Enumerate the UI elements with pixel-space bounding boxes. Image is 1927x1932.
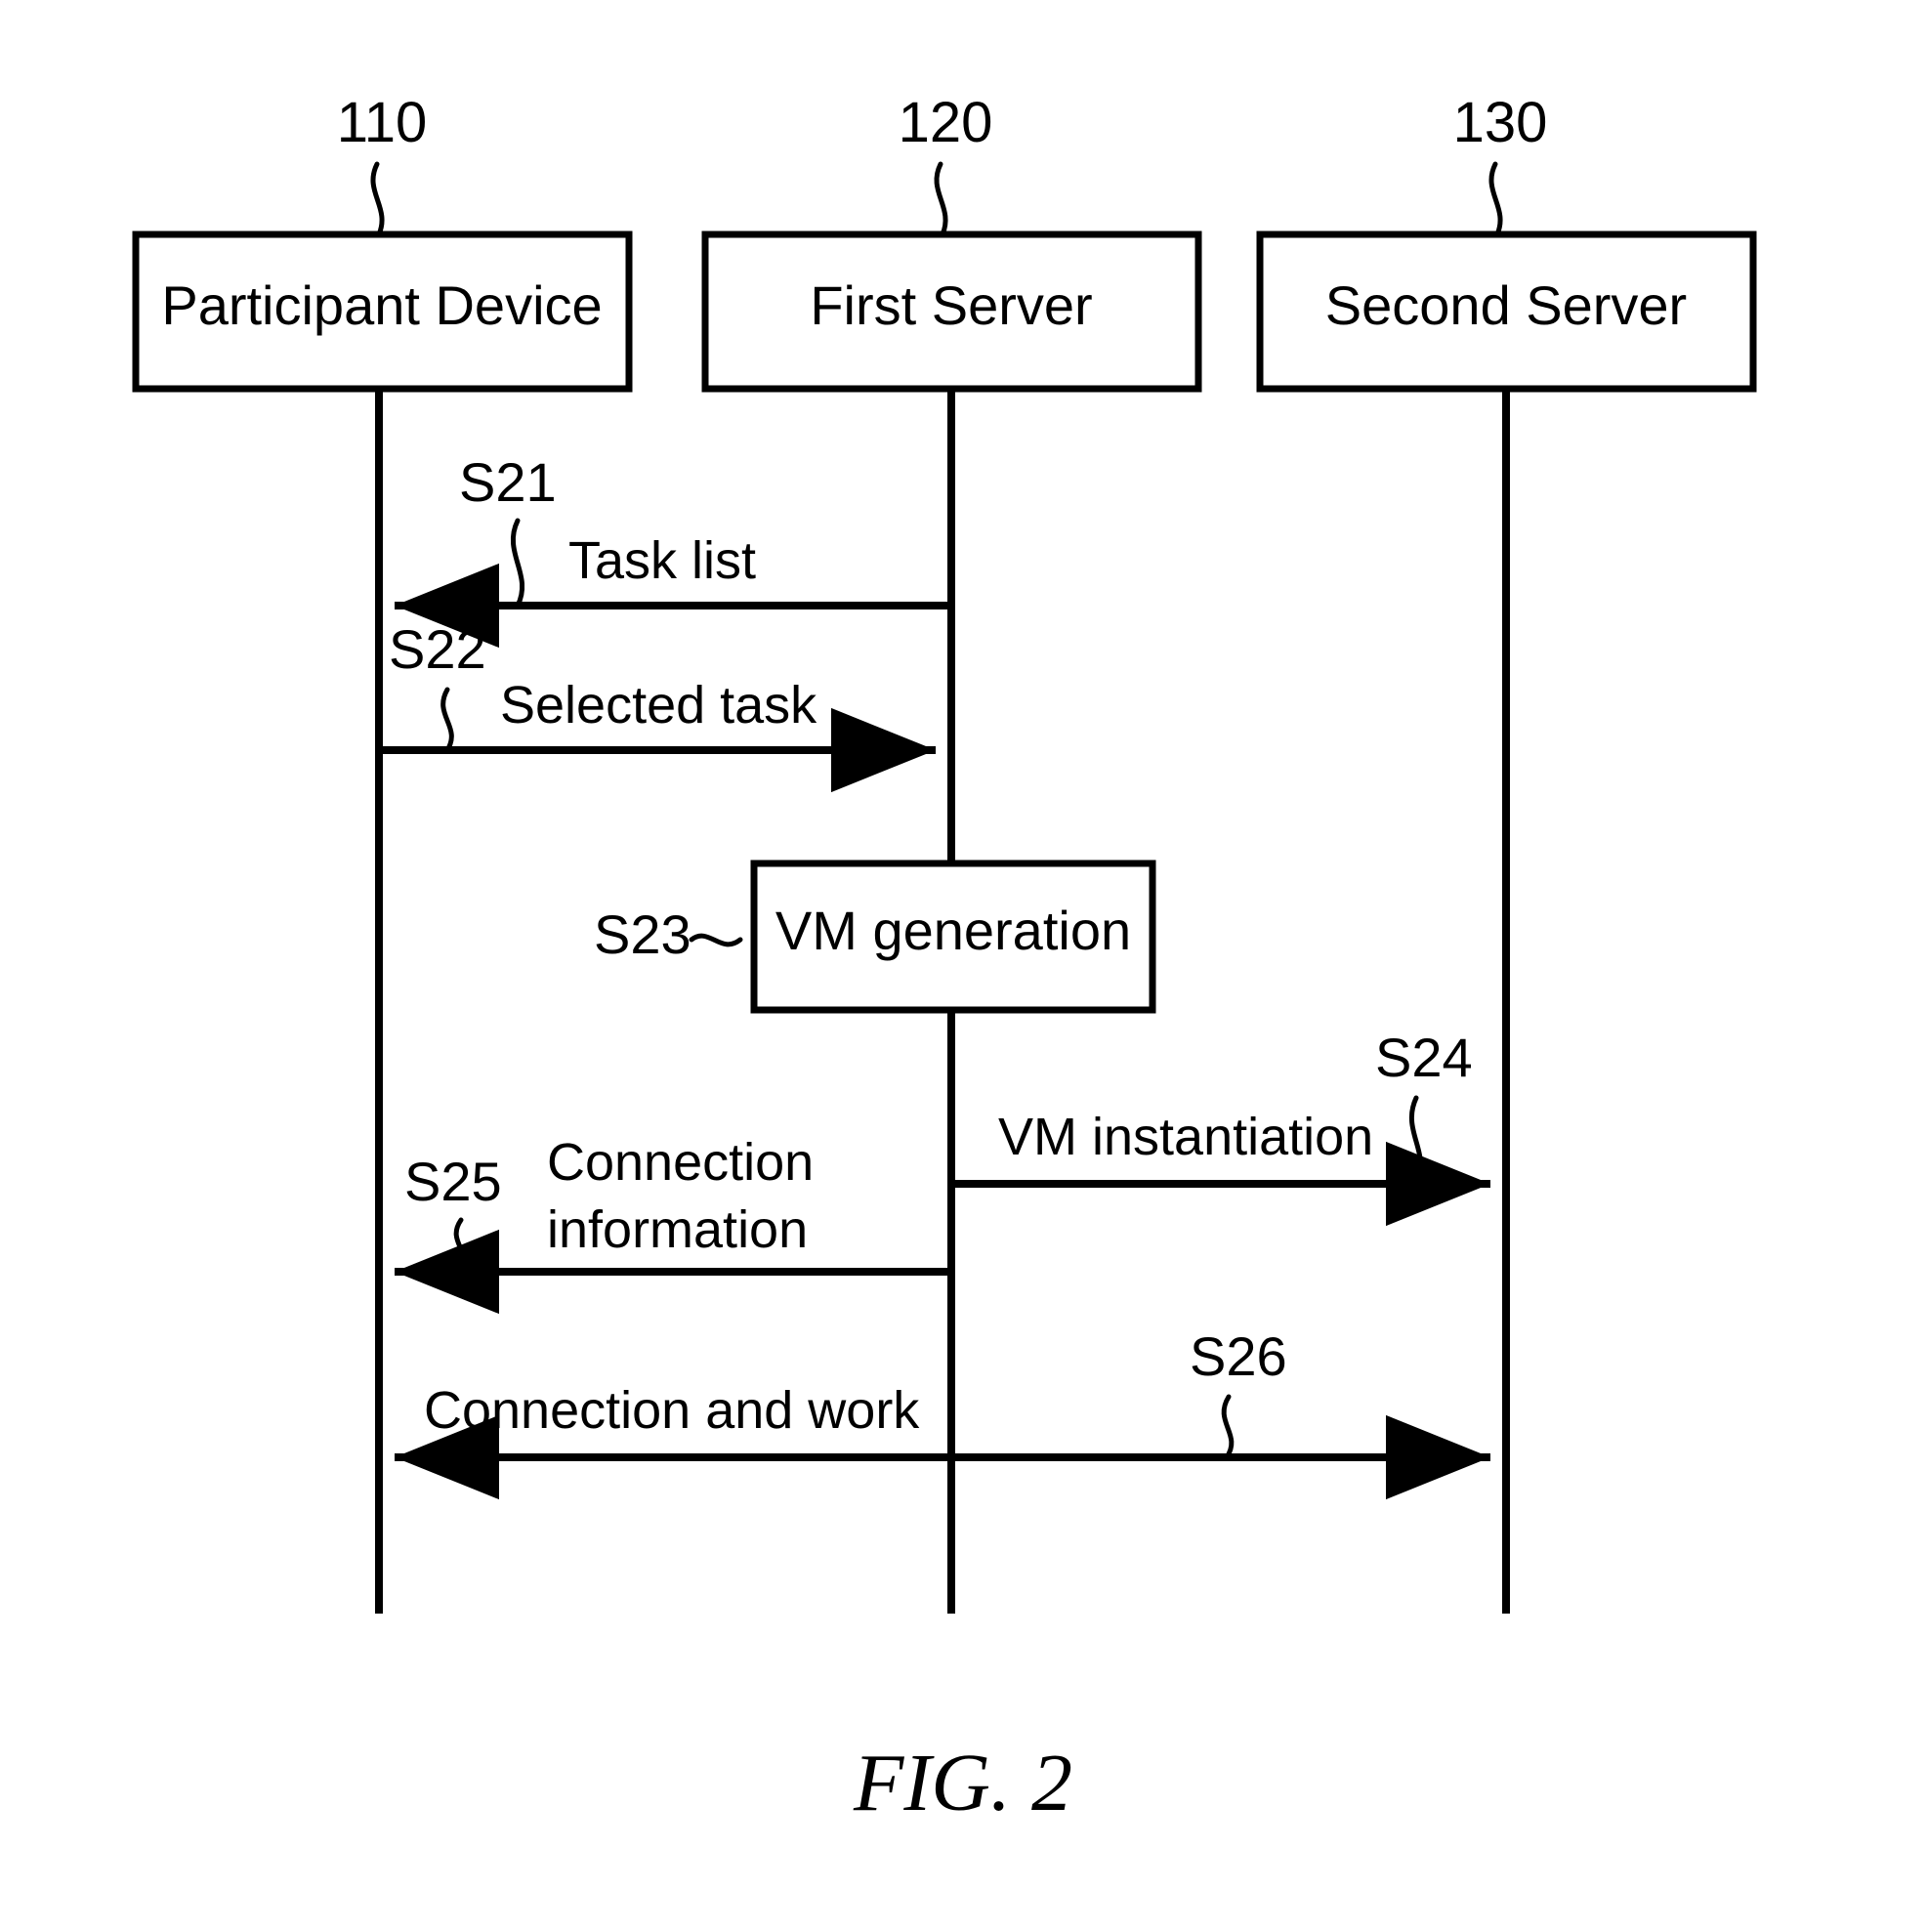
message-s25: S25 Connection information [394,1133,951,1315]
step-label-s21: S21 [459,451,557,513]
step-label-s25: S25 [404,1151,502,1212]
activity-box-s23: VM generation S23 [594,860,1156,1014]
reference-numeral-text-120: 120 [899,91,993,154]
reference-numeral-text-110: 110 [337,91,427,154]
patent-figure-sheet: Participant Device First Server Second S… [0,0,1927,1932]
message-s22: S22 Selected task [383,618,937,793]
step-label-s24: S24 [1375,1027,1473,1088]
reference-numeral-110: 110 [337,91,427,237]
node-title-first-server: First Server [810,274,1092,336]
node-title-second-server: Second Server [1325,274,1687,336]
sequence-diagram-canvas: Participant Device First Server Second S… [132,91,1757,1828]
reference-numeral-120: 120 [899,91,993,237]
figure-caption: FIG. 2 [853,1738,1072,1828]
leader-line-120 [934,161,948,237]
message-text-s25-line1: Connection [547,1133,814,1192]
leader-line-s26 [1221,1394,1235,1460]
node-box-participant-device: Participant Device [132,231,633,393]
step-label-s23: S23 [594,903,691,965]
leader-line-110 [370,161,385,237]
message-text-s25-line2: information [547,1200,808,1259]
leader-line-s21 [510,518,525,609]
message-s26: S26 Connection and work [394,1325,1491,1500]
leader-line-s24 [1408,1095,1424,1187]
message-s24: S24 VM instantiation [955,1027,1491,1227]
step-label-s22: S22 [389,618,486,680]
activity-box-label-vm-generation: VM generation [775,900,1131,961]
message-text-s26: Connection and work [424,1381,920,1440]
leader-line-s23 [689,933,743,947]
reference-numeral-130: 130 [1453,91,1548,237]
leader-line-s22 [440,687,454,753]
leader-line-130 [1488,161,1503,237]
message-text-s22: Selected task [500,676,817,735]
message-s21: S21 Task list [394,451,951,649]
node-box-second-server: Second Server [1256,231,1757,393]
message-text-s24: VM instantiation [998,1108,1373,1166]
reference-numeral-text-130: 130 [1453,91,1548,154]
node-title-participant-device: Participant Device [161,274,602,336]
step-label-s26: S26 [1190,1325,1287,1387]
message-text-s21: Task list [568,531,756,590]
node-box-first-server: First Server [701,231,1202,393]
leader-line-s25 [453,1217,467,1275]
